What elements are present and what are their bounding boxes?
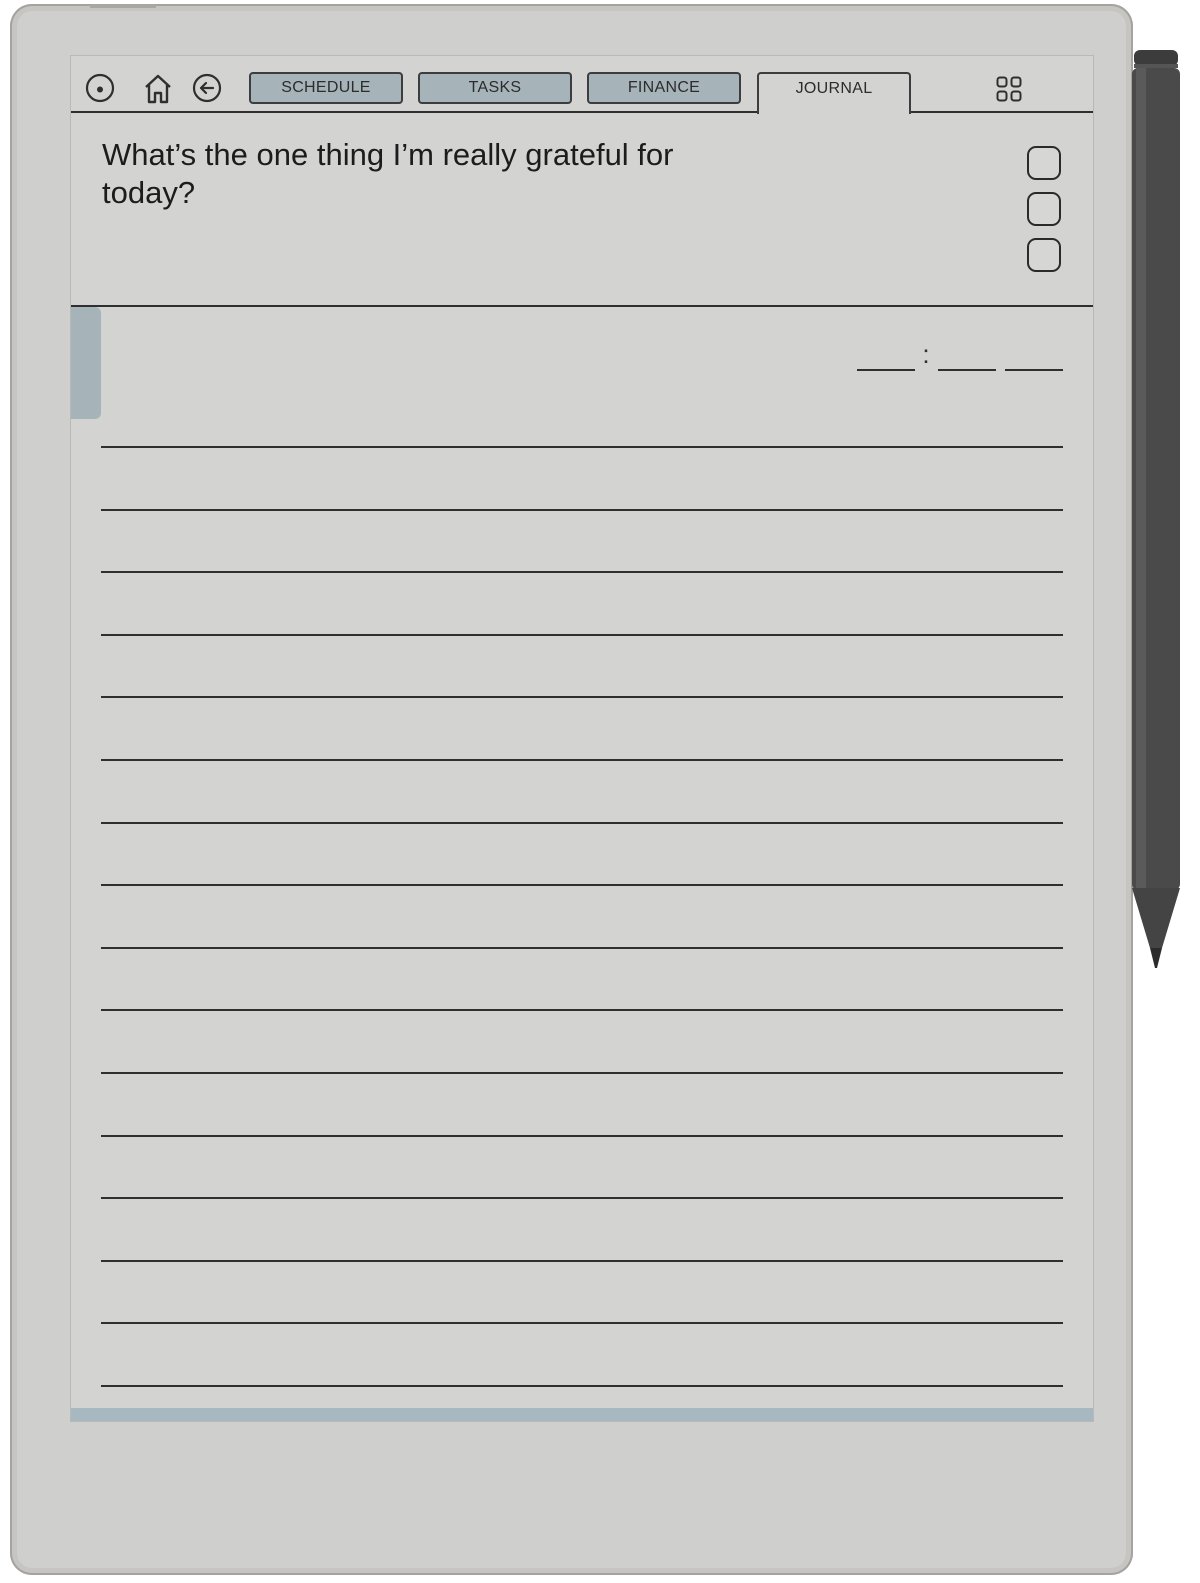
side-tab-handle[interactable]: [71, 307, 101, 419]
checkbox[interactable]: [1027, 146, 1061, 180]
ruled-line: [101, 946, 1063, 949]
ruled-line: [101, 1072, 1063, 1074]
power-button[interactable]: [90, 4, 156, 8]
ruled-line: [101, 1009, 1063, 1012]
tab-bar-divider: [71, 111, 1093, 113]
tab-schedule[interactable]: SCHEDULE: [249, 72, 403, 104]
ruled-line: [101, 821, 1063, 824]
back-arrow-icon[interactable]: [192, 73, 222, 103]
grid-icon[interactable]: [996, 76, 1022, 102]
ruled-line: [101, 759, 1063, 761]
journal-prompt: What’s the one thing I’m really grateful…: [102, 137, 674, 210]
tablet-device: SCHEDULE TASKS FINANCE JOURNAL What’s th…: [10, 4, 1133, 1575]
stylus-pen[interactable]: [1130, 50, 1186, 970]
ruled-line: [101, 446, 1063, 448]
ruled-line: [101, 1197, 1063, 1200]
tab-journal[interactable]: JOURNAL: [757, 72, 911, 114]
ruled-line: [101, 1259, 1063, 1262]
ruled-line: [101, 696, 1063, 699]
top-navigation-bar: SCHEDULE TASKS FINANCE JOURNAL: [71, 56, 1093, 114]
ruled-line: [101, 1385, 1063, 1387]
ruled-line: [101, 884, 1063, 887]
home-icon[interactable]: [142, 73, 174, 105]
checkbox[interactable]: [1027, 238, 1061, 272]
ruled-line: [101, 571, 1063, 574]
bottom-status-strip: [71, 1408, 1093, 1421]
ruled-line: [101, 633, 1063, 636]
ruled-line: [101, 1134, 1063, 1137]
tab-tasks[interactable]: TASKS: [418, 72, 572, 104]
time-entry-field[interactable]: :: [857, 344, 1067, 374]
time-separator: :: [922, 344, 929, 369]
e-ink-screen: SCHEDULE TASKS FINANCE JOURNAL What’s th…: [70, 55, 1094, 1422]
ruled-line: [101, 1322, 1063, 1325]
circle-dot-icon[interactable]: [85, 73, 115, 103]
tab-finance[interactable]: FINANCE: [587, 72, 741, 104]
prompt-divider: [71, 305, 1093, 307]
checkbox-group: [1027, 146, 1061, 284]
checkbox[interactable]: [1027, 192, 1061, 226]
ruled-line: [101, 508, 1063, 511]
